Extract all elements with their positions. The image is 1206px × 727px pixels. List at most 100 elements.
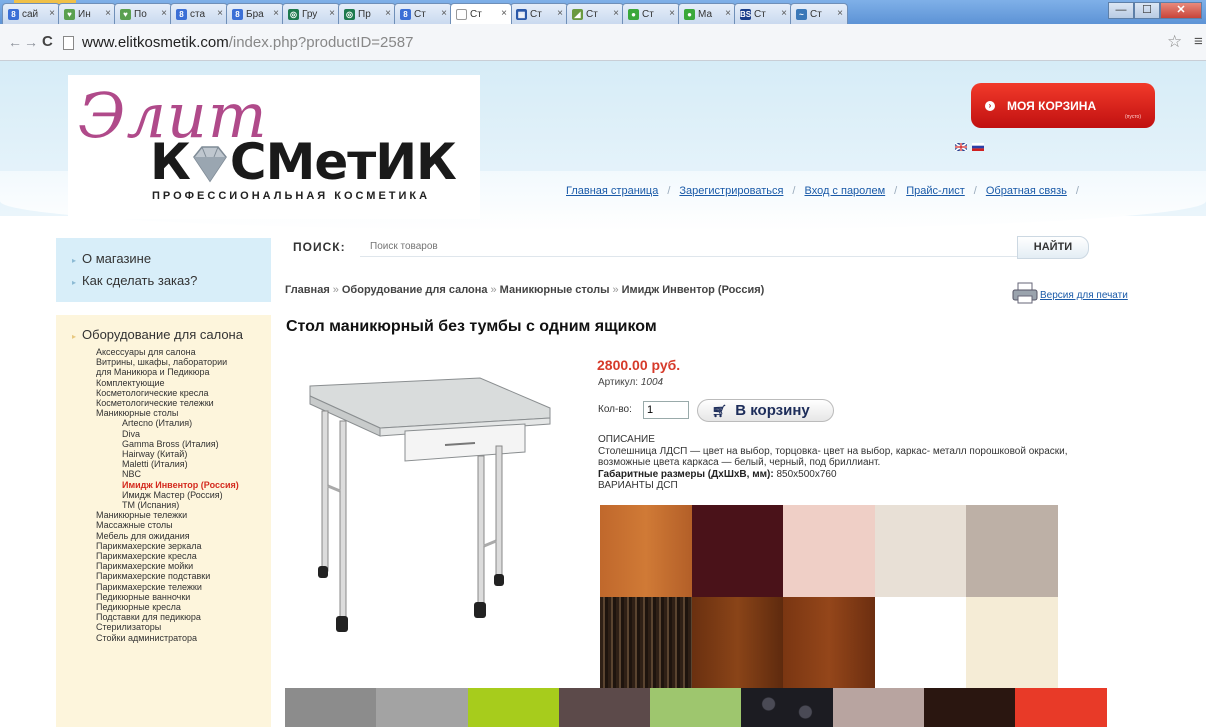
sidebar-category-item[interactable]: Парикмахерские зеркала xyxy=(96,541,239,551)
sidebar-subcategory-item[interactable]: Gamma Bross (Италия) xyxy=(96,439,239,449)
sidebar-subcategory-item[interactable]: Maletti (Италия) xyxy=(96,459,239,469)
bookmark-star-icon[interactable]: ☆ xyxy=(1167,32,1182,52)
search-button[interactable]: НАЙТИ xyxy=(1017,236,1089,259)
browser-tab[interactable]: ● Ма × xyxy=(678,3,736,24)
breadcrumb-item[interactable]: Оборудование для салона xyxy=(342,284,488,296)
sidebar-subcategory-item[interactable]: NBC xyxy=(96,469,239,479)
sidebar-category-item[interactable]: Парикмахерские подставки xyxy=(96,571,239,581)
description-text: Столешница ЛДСП — цвет на выбор, торцовк… xyxy=(598,445,1068,469)
breadcrumb-separator: » xyxy=(332,284,339,296)
tab-close-icon[interactable]: × xyxy=(329,8,335,19)
add-to-cart-button[interactable]: 🛒︎ В корзину xyxy=(697,399,834,422)
forward-button[interactable]: → xyxy=(24,34,38,50)
sidebar-subcategory-item[interactable]: Имидж Мастер (Россия) xyxy=(96,490,239,500)
browser-tab[interactable]: ◢ Ст × xyxy=(566,3,624,24)
sidebar-category-item[interactable]: Подставки для педикюра xyxy=(96,612,239,622)
tab-close-icon[interactable]: × xyxy=(613,8,619,19)
reload-button[interactable]: C xyxy=(42,33,53,50)
browser-tab[interactable]: 8 сай × xyxy=(2,3,60,24)
search-input[interactable] xyxy=(364,236,1014,256)
tab-favicon-icon: ♥ xyxy=(120,8,131,20)
sidebar-category-item[interactable]: Педикюрные кресла xyxy=(96,602,239,612)
back-button[interactable]: ← xyxy=(8,34,22,50)
sidebar-category-item[interactable]: Парикмахерские кресла xyxy=(96,551,239,561)
sidebar-category-item[interactable]: Косметологические кресла xyxy=(96,388,239,398)
sidebar-category-item[interactable]: Стерилизаторы xyxy=(96,622,239,632)
color-swatch xyxy=(558,688,651,727)
browser-tab[interactable]: 8 Ст × xyxy=(394,3,452,24)
browser-tab[interactable]: ● Ст × xyxy=(622,3,680,24)
browser-tab[interactable]: Ст × xyxy=(450,3,512,24)
uk-flag-icon[interactable] xyxy=(955,143,967,151)
sidebar-subcategory-item[interactable]: Имидж Инвентор (Россия) xyxy=(96,480,239,490)
tab-close-icon[interactable]: × xyxy=(217,8,223,19)
sidebar-subcategory-item[interactable]: Artecno (Италия) xyxy=(96,418,239,428)
sidebar-category-item[interactable]: Маникюрные тележки xyxy=(96,510,239,520)
logo-main-rest: СМетИК xyxy=(229,133,457,191)
top-nav-link[interactable]: Зарегистрироваться xyxy=(679,185,783,197)
tab-title: Ин xyxy=(78,8,91,20)
tab-close-icon[interactable]: × xyxy=(441,8,447,19)
sidebar-link-how-to-order[interactable]: ▸ Как сделать заказ? xyxy=(72,273,197,288)
top-nav-link[interactable]: Прайс-лист xyxy=(906,185,965,197)
browser-tab[interactable]: ~ Ст × xyxy=(790,3,848,24)
breadcrumb-item[interactable]: Маникюрные столы xyxy=(500,284,610,296)
tab-close-icon[interactable]: × xyxy=(557,8,563,19)
browser-tab[interactable]: ▦ Ст × xyxy=(510,3,568,24)
sidebar-category-item[interactable]: Массажные столы xyxy=(96,520,239,530)
tab-title: Ст xyxy=(530,8,542,20)
sidebar-category-item[interactable]: Парикмахерские тележки xyxy=(96,582,239,592)
tab-close-icon[interactable]: × xyxy=(105,8,111,19)
browser-tab[interactable]: 8 ста × xyxy=(170,3,228,24)
browser-tab[interactable]: 8 Бра × xyxy=(226,3,284,24)
sidebar-category-item[interactable]: Маникюрные столы xyxy=(96,408,239,418)
sidebar-category-item[interactable]: Мебель для ожидания xyxy=(96,531,239,541)
browser-tab[interactable]: ♥ Ин × xyxy=(58,3,116,24)
tab-close-icon[interactable]: × xyxy=(669,8,675,19)
top-nav-link[interactable]: Главная страница xyxy=(566,185,658,197)
sidebar-category-item[interactable]: Стойки администратора xyxy=(96,633,239,643)
tab-close-icon[interactable]: × xyxy=(273,8,279,19)
tab-title: Пр xyxy=(358,8,371,20)
sidebar-link-about[interactable]: ▸ О магазине xyxy=(72,251,151,266)
page-icon xyxy=(63,36,74,50)
print-version-link[interactable]: Версия для печати xyxy=(1040,290,1128,301)
tab-close-icon[interactable]: × xyxy=(385,8,391,19)
sidebar-subcategory-item[interactable]: ТМ (Испания) xyxy=(96,500,239,510)
sidebar-category-item[interactable]: Косметологические тележки xyxy=(96,398,239,408)
breadcrumb-item[interactable]: Главная xyxy=(285,284,330,296)
sidebar-subcategory-item[interactable]: Diva xyxy=(96,429,239,439)
address-bar[interactable]: www.elitkosmetik.com/index.php?productID… xyxy=(82,30,1182,55)
sidebar-category-item[interactable]: Витрины, шкафы, лаборатории xyxy=(96,357,239,367)
tab-close-icon[interactable]: × xyxy=(501,8,507,19)
browser-tab[interactable]: BS Ст × xyxy=(734,3,792,24)
my-cart-button[interactable]: › МОЯ КОРЗИНА xyxy=(971,83,1155,128)
minimize-button[interactable]: — xyxy=(1108,2,1134,19)
tab-close-icon[interactable]: × xyxy=(837,8,843,19)
tab-close-icon[interactable]: × xyxy=(161,8,167,19)
browser-tab[interactable]: ◎ Гру × xyxy=(282,3,340,24)
tab-close-icon[interactable]: × xyxy=(49,8,55,19)
sidebar-category-item[interactable]: для Маникюра и Педикюра xyxy=(96,367,239,377)
browser-menu-icon[interactable]: ≡ xyxy=(1194,33,1203,50)
maximize-button[interactable]: ☐ xyxy=(1134,2,1160,19)
tab-close-icon[interactable]: × xyxy=(781,8,787,19)
sidebar-category-item[interactable]: Комплектующие xyxy=(96,378,239,388)
bullet-arrow-icon: ▸ xyxy=(72,278,77,287)
tab-close-icon[interactable]: × xyxy=(725,8,731,19)
sidebar-subcategory-item[interactable]: Hairway (Китай) xyxy=(96,449,239,459)
browser-tab[interactable]: ♥ По × xyxy=(114,3,172,24)
sidebar-category-item[interactable]: Парикмахерские мойки xyxy=(96,561,239,571)
product-image[interactable] xyxy=(300,366,560,656)
top-nav-link[interactable]: Вход с паролем xyxy=(804,185,885,197)
browser-tab[interactable]: ◎ Пр × xyxy=(338,3,396,24)
sidebar-category-title[interactable]: ▸ Оборудование для салона xyxy=(72,327,243,342)
tab-title: Бра xyxy=(246,8,264,20)
sidebar-category-item[interactable]: Аксессуары для салона xyxy=(96,347,239,357)
close-window-button[interactable]: ✕ xyxy=(1160,2,1202,19)
top-nav-link[interactable]: Обратная связь xyxy=(986,185,1067,197)
russia-flag-icon[interactable] xyxy=(972,143,984,151)
quantity-input[interactable] xyxy=(643,401,689,419)
printer-icon[interactable] xyxy=(1012,282,1038,304)
sidebar-category-item[interactable]: Педикюрные ванночки xyxy=(96,592,239,602)
